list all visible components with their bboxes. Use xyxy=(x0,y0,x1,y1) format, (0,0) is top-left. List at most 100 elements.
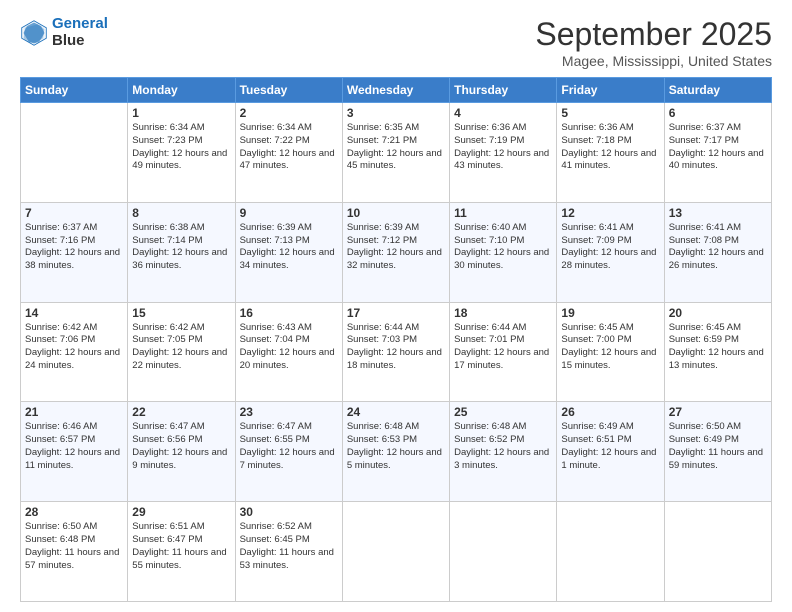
weekday-row: SundayMondayTuesdayWednesdayThursdayFrid… xyxy=(21,78,772,103)
calendar-cell xyxy=(21,103,128,203)
location-title: Magee, Mississippi, United States xyxy=(535,53,772,69)
day-number: 12 xyxy=(561,206,659,220)
calendar-cell: 16Sunrise: 6:43 AMSunset: 7:04 PMDayligh… xyxy=(235,302,342,402)
calendar-cell: 24 Sunrise: 6:48 AMSunset: 6:53 PMDayligh… xyxy=(342,402,449,502)
cell-text: Sunrise: 6:46 AMSunset: 6:57 PMDaylight:… xyxy=(25,421,123,472)
logo: General Blue xyxy=(20,16,108,49)
cell-text: Sunrise: 6:51 AMSunset: 6:47 PMDaylight:… xyxy=(132,521,230,572)
cell-text: Sunrise: 6:35 AMSunset: 7:21 PMDaylight:… xyxy=(347,122,445,173)
calendar-cell: 11 Sunrise: 6:40 AMSunset: 7:10 PMDayligh… xyxy=(450,202,557,302)
day-number: 10 xyxy=(347,206,445,220)
cell-text: Sunrise: 6:47 AMSunset: 6:56 PMDaylight:… xyxy=(132,421,230,472)
cell-text: Sunrise: 6:50 AMSunset: 6:48 PMDaylight:… xyxy=(25,521,123,572)
day-number: 23 xyxy=(240,405,338,419)
calendar-cell xyxy=(557,502,664,602)
cell-text: Sunrise: 6:39 AMSunset: 7:12 PMDaylight:… xyxy=(347,222,445,273)
cell-text: Sunrise: 6:49 AMSunset: 6:51 PMDaylight:… xyxy=(561,421,659,472)
day-number: 13 xyxy=(669,206,767,220)
calendar-cell: 25 Sunrise: 6:48 AMSunset: 6:52 PMDayligh… xyxy=(450,402,557,502)
calendar-cell xyxy=(450,502,557,602)
day-number: 9 xyxy=(240,206,338,220)
weekday-header: Saturday xyxy=(664,78,771,103)
day-number: 3 xyxy=(347,106,445,120)
calendar-cell: 15 Sunrise: 6:42 AMSunset: 7:05 PMDayligh… xyxy=(128,302,235,402)
day-number: 11 xyxy=(454,206,552,220)
calendar-cell: 19 Sunrise: 6:45 AMSunset: 7:00 PMDayligh… xyxy=(557,302,664,402)
day-number: 2 xyxy=(240,106,338,120)
cell-text: Sunrise: 6:42 AMSunset: 7:06 PMDaylight:… xyxy=(25,322,123,373)
day-number: 30 xyxy=(240,505,338,519)
cell-text: Sunrise: 6:40 AMSunset: 7:10 PMDaylight:… xyxy=(454,222,552,273)
day-number: 16 xyxy=(240,306,338,320)
day-number: 18 xyxy=(454,306,552,320)
calendar-cell: 13 Sunrise: 6:41 AMSunset: 7:08 PMDayligh… xyxy=(664,202,771,302)
weekday-header: Wednesday xyxy=(342,78,449,103)
day-number: 8 xyxy=(132,206,230,220)
calendar-cell: 17 Sunrise: 6:44 AMSunset: 7:03 PMDayligh… xyxy=(342,302,449,402)
cell-text: Sunrise: 6:34 AMSunset: 7:22 PMDaylight:… xyxy=(240,122,338,173)
cell-text: Sunrise: 6:52 AMSunset: 6:45 PMDaylight:… xyxy=(240,521,338,572)
calendar-cell: 14 Sunrise: 6:42 AMSunset: 7:06 PMDayligh… xyxy=(21,302,128,402)
calendar-cell: 1Sunrise: 6:34 AMSunset: 7:23 PMDaylight… xyxy=(128,103,235,203)
calendar-cell: 26 Sunrise: 6:49 AMSunset: 6:51 PMDayligh… xyxy=(557,402,664,502)
cell-text: Sunrise: 6:48 AMSunset: 6:53 PMDaylight:… xyxy=(347,421,445,472)
calendar-cell: 30 Sunrise: 6:52 AMSunset: 6:45 PMDayligh… xyxy=(235,502,342,602)
day-number: 7 xyxy=(25,206,123,220)
day-number: 5 xyxy=(561,106,659,120)
calendar-cell: 3 Sunrise: 6:35 AMSunset: 7:21 PMDaylight… xyxy=(342,103,449,203)
day-number: 4 xyxy=(454,106,552,120)
calendar-cell: 6 Sunrise: 6:37 AMSunset: 7:17 PMDaylight… xyxy=(664,103,771,203)
day-number: 21 xyxy=(25,405,123,419)
calendar-cell: 27Sunrise: 6:50 AMSunset: 6:49 PMDayligh… xyxy=(664,402,771,502)
calendar-week-row: 28 Sunrise: 6:50 AMSunset: 6:48 PMDayligh… xyxy=(21,502,772,602)
day-number: 6 xyxy=(669,106,767,120)
cell-text: Sunrise: 6:45 AMSunset: 7:00 PMDaylight:… xyxy=(561,322,659,373)
day-number: 14 xyxy=(25,306,123,320)
day-number: 28 xyxy=(25,505,123,519)
day-number: 25 xyxy=(454,405,552,419)
cell-text: Sunrise: 6:44 AMSunset: 7:03 PMDaylight:… xyxy=(347,322,445,373)
calendar-cell: 9 Sunrise: 6:39 AMSunset: 7:13 PMDaylight… xyxy=(235,202,342,302)
calendar-week-row: 14 Sunrise: 6:42 AMSunset: 7:06 PMDayligh… xyxy=(21,302,772,402)
calendar-cell: 18Sunrise: 6:44 AMSunset: 7:01 PMDayligh… xyxy=(450,302,557,402)
calendar-cell: 4 Sunrise: 6:36 AMSunset: 7:19 PMDaylight… xyxy=(450,103,557,203)
cell-text: Sunrise: 6:48 AMSunset: 6:52 PMDaylight:… xyxy=(454,421,552,472)
month-title: September 2025 xyxy=(535,16,772,53)
title-block: September 2025 Magee, Mississippi, Unite… xyxy=(535,16,772,69)
cell-text: Sunrise: 6:36 AMSunset: 7:19 PMDaylight:… xyxy=(454,122,552,173)
calendar-header: SundayMondayTuesdayWednesdayThursdayFrid… xyxy=(21,78,772,103)
cell-text: Sunrise: 6:36 AMSunset: 7:18 PMDaylight:… xyxy=(561,122,659,173)
calendar-cell: 8Sunrise: 6:38 AMSunset: 7:14 PMDaylight… xyxy=(128,202,235,302)
day-number: 17 xyxy=(347,306,445,320)
calendar-cell: 20Sunrise: 6:45 AMSunset: 6:59 PMDayligh… xyxy=(664,302,771,402)
weekday-header: Monday xyxy=(128,78,235,103)
cell-text: Sunrise: 6:37 AMSunset: 7:17 PMDaylight:… xyxy=(669,122,767,173)
calendar-cell: 5 Sunrise: 6:36 AMSunset: 7:18 PMDaylight… xyxy=(557,103,664,203)
cell-text: Sunrise: 6:50 AMSunset: 6:49 PMDaylight:… xyxy=(669,421,767,472)
calendar-body: 1Sunrise: 6:34 AMSunset: 7:23 PMDaylight… xyxy=(21,103,772,602)
cell-text: Sunrise: 6:39 AMSunset: 7:13 PMDaylight:… xyxy=(240,222,338,273)
logo-icon xyxy=(20,19,48,47)
day-number: 1 xyxy=(132,106,230,120)
calendar-cell: 23 Sunrise: 6:47 AMSunset: 6:55 PMDayligh… xyxy=(235,402,342,502)
day-number: 24 xyxy=(347,405,445,419)
day-number: 19 xyxy=(561,306,659,320)
calendar-week-row: 21 Sunrise: 6:46 AMSunset: 6:57 PMDayligh… xyxy=(21,402,772,502)
calendar-week-row: 1Sunrise: 6:34 AMSunset: 7:23 PMDaylight… xyxy=(21,103,772,203)
cell-text: Sunrise: 6:47 AMSunset: 6:55 PMDaylight:… xyxy=(240,421,338,472)
cell-text: Sunrise: 6:41 AMSunset: 7:08 PMDaylight:… xyxy=(669,222,767,273)
cell-text: Sunrise: 6:41 AMSunset: 7:09 PMDaylight:… xyxy=(561,222,659,273)
logo-line2: Blue xyxy=(52,33,108,50)
cell-text: Sunrise: 6:42 AMSunset: 7:05 PMDaylight:… xyxy=(132,322,230,373)
day-number: 29 xyxy=(132,505,230,519)
weekday-header: Sunday xyxy=(21,78,128,103)
weekday-header: Tuesday xyxy=(235,78,342,103)
day-number: 20 xyxy=(669,306,767,320)
day-number: 15 xyxy=(132,306,230,320)
calendar-cell: 21 Sunrise: 6:46 AMSunset: 6:57 PMDayligh… xyxy=(21,402,128,502)
logo-text: General Blue xyxy=(52,16,108,49)
calendar-cell: 29 Sunrise: 6:51 AMSunset: 6:47 PMDayligh… xyxy=(128,502,235,602)
day-number: 22 xyxy=(132,405,230,419)
logo-line1: General xyxy=(52,15,108,32)
day-number: 26 xyxy=(561,405,659,419)
